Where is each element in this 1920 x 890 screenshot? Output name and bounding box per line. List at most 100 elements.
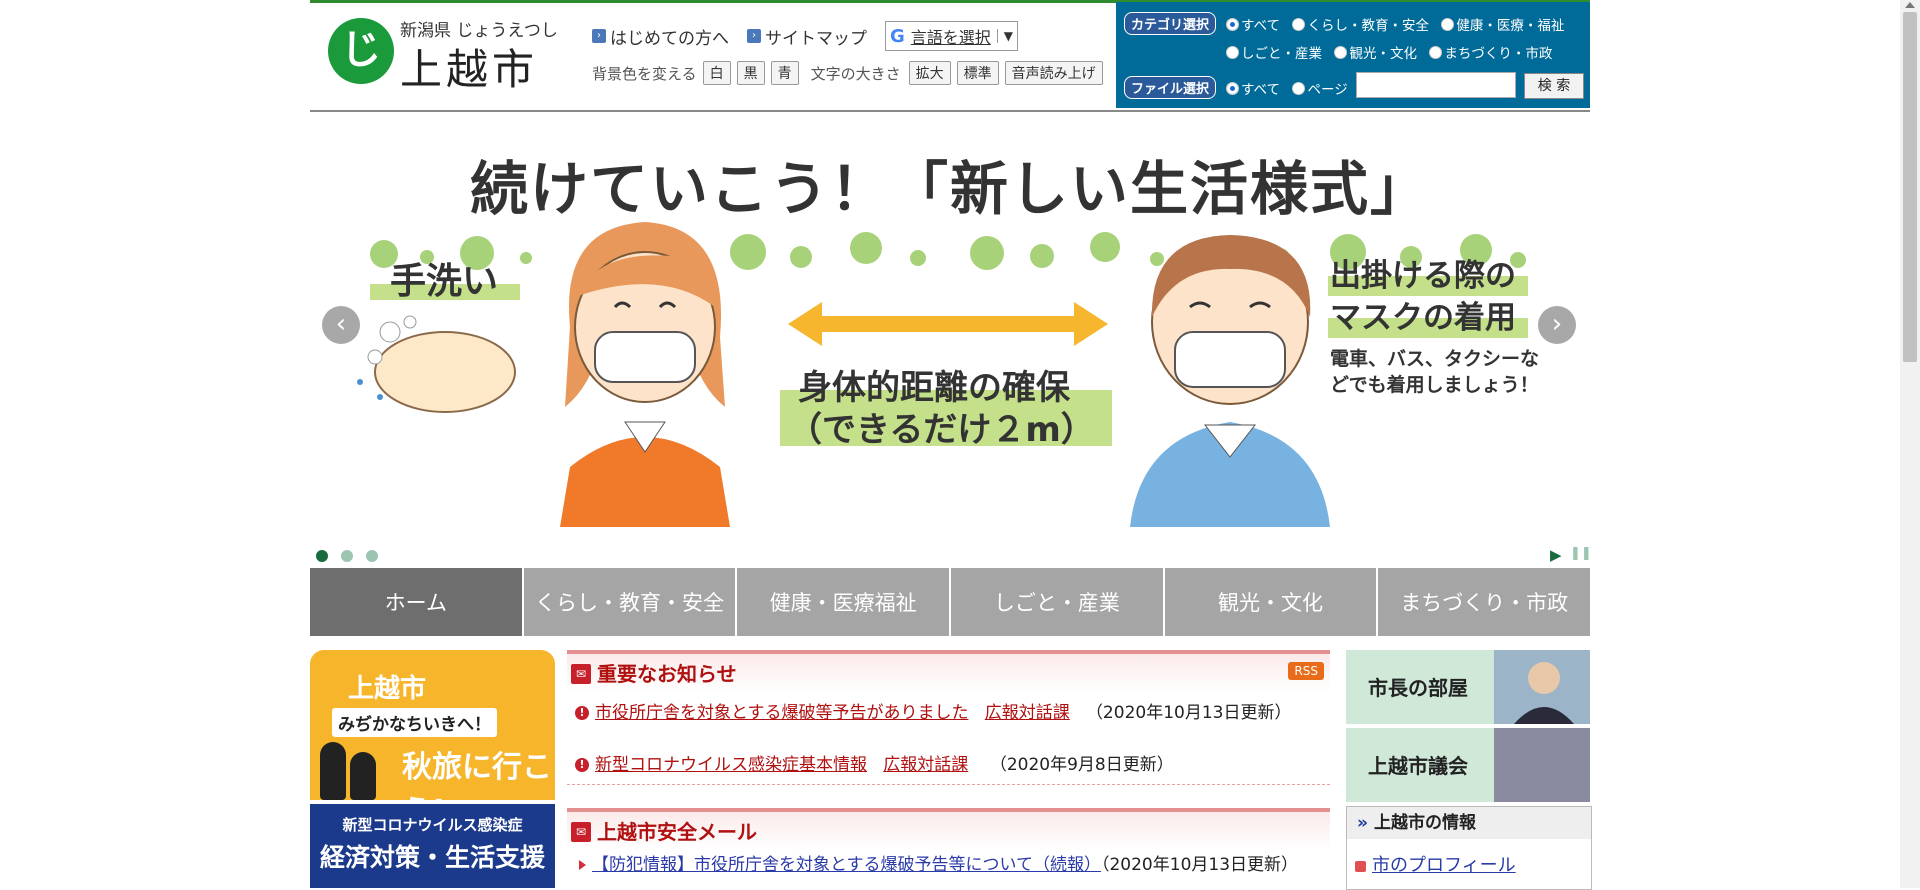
- radio-label: 健康・医療・福祉: [1456, 18, 1565, 34]
- autumn-trip-banner[interactable]: 上越市 みぢかなちいきへ！ 秋旅に行こう!: [310, 650, 555, 800]
- handwash-caption: 手洗い: [390, 261, 499, 302]
- leaf-dot: [910, 250, 926, 266]
- scroll-up-icon[interactable]: [1905, 2, 1915, 8]
- search-button[interactable]: 検 索: [1524, 73, 1584, 99]
- news-link[interactable]: 【防犯情報】市役所庁舎を対象とする爆破予告等について（続報）: [592, 855, 1101, 875]
- search-input[interactable]: [1356, 72, 1516, 98]
- person-icon: [1494, 650, 1590, 724]
- chevron-down-icon: ▼: [996, 29, 1013, 43]
- logo-title: 上越市: [400, 45, 539, 94]
- google-translate-select[interactable]: G 言語を選択 ▼: [885, 21, 1019, 51]
- nav-life[interactable]: くらし・教育・安全: [523, 568, 738, 636]
- page-scrollbar[interactable]: [1900, 0, 1920, 888]
- news-dept-link[interactable]: 広報対話課: [883, 755, 968, 775]
- category-radio-tourism[interactable]: 観光・文化: [1334, 42, 1417, 62]
- leaf-dot: [970, 236, 1004, 270]
- leaf-dot: [850, 232, 882, 264]
- mayor-room-banner[interactable]: 市長の部屋: [1346, 650, 1590, 724]
- radio-icon: [1334, 45, 1348, 59]
- carousel-dot-3[interactable]: [366, 550, 378, 562]
- news-item: 【防犯情報】市役所庁舎を対象とする爆破予告等について（続報）（2020年10月1…: [575, 854, 1330, 876]
- carousel-dot-2[interactable]: [341, 550, 353, 562]
- font-standard-button[interactable]: 標準: [956, 61, 999, 85]
- bg-blue-button[interactable]: 青: [770, 61, 799, 85]
- radio-checked-icon: [1226, 17, 1239, 31]
- nav-work[interactable]: しごと・産業: [951, 568, 1165, 636]
- radio-label: 観光・文化: [1349, 46, 1417, 62]
- news-item: ! 新型コロナウイルス感染症基本情報 広報対話課 （2020年9月8日更新）: [575, 754, 1330, 776]
- radio-label: すべて: [1241, 82, 1281, 98]
- banner-headline: 秋旅に行こう!: [402, 750, 552, 800]
- city-profile-item: 市のプロフィール: [1355, 851, 1516, 877]
- bg-black-button[interactable]: 黒: [736, 61, 765, 85]
- washing-hands-icon: [357, 315, 516, 413]
- font-enlarge-button[interactable]: 拡大: [908, 61, 951, 85]
- important-notice-title: 重要なお知らせ: [597, 662, 737, 686]
- city-council-label: 上越市議会: [1368, 754, 1468, 778]
- utility-links: › はじめての方へ › サイトマップ G 言語を選択 ▼: [592, 21, 1019, 51]
- arrow-right-icon: ›: [747, 29, 761, 43]
- hero-title: 続けていこう！「新しい生活様式」: [469, 155, 1430, 223]
- category-select-tag: カテゴリ選択: [1124, 12, 1217, 35]
- nav-tourism[interactable]: 観光・文化: [1164, 568, 1379, 636]
- scroll-thumb[interactable]: [1903, 12, 1917, 362]
- play-icon[interactable]: ▶: [1550, 546, 1562, 564]
- mask-note-1: 電車、バス、タクシーな: [1330, 348, 1540, 370]
- radio-icon: [1292, 17, 1306, 31]
- nav-health[interactable]: 健康・医療福祉: [737, 568, 952, 636]
- council-photo: [1494, 728, 1590, 802]
- covid-support-banner[interactable]: 新型コロナウイルス感染症 経済対策・生活支援: [310, 804, 555, 888]
- bg-white-button[interactable]: 白: [702, 61, 731, 85]
- safety-mail-title: 上越市安全メール: [597, 820, 757, 844]
- sitemap-link[interactable]: › サイトマップ: [747, 24, 867, 49]
- file-radio-page[interactable]: ページ: [1292, 78, 1348, 98]
- city-council-banner[interactable]: 上越市議会: [1346, 728, 1590, 802]
- woman-with-mask-icon: [560, 222, 730, 527]
- alert-icon: !: [575, 706, 589, 720]
- accessibility-tools: 背景色を変える 白 黒 青 文字の大きさ 拡大 標準 音声読み上げ: [592, 60, 1103, 86]
- radio-label: くらし・教育・安全: [1307, 18, 1429, 34]
- carousel-dot-1[interactable]: [316, 550, 328, 562]
- translate-label: 言語を選択: [910, 28, 991, 47]
- radio-checked-icon: [1226, 81, 1239, 95]
- leaf-dot: [790, 246, 812, 268]
- nav-city[interactable]: まちづくり・市政: [1378, 568, 1591, 636]
- voice-read-button[interactable]: 音声読み上げ: [1004, 61, 1103, 85]
- news-date: （2020年9月8日更新）: [989, 755, 1174, 775]
- news-link[interactable]: 市役所庁舎を対象とする爆破等予告がありました: [595, 703, 969, 723]
- rss-button[interactable]: RSS: [1288, 662, 1324, 680]
- carousel-prev-button[interactable]: ‹: [322, 306, 360, 344]
- pause-icon[interactable]: ❚❚: [1570, 546, 1592, 561]
- category-radio-life[interactable]: くらし・教育・安全: [1292, 14, 1429, 34]
- category-radio-all[interactable]: すべて: [1226, 14, 1280, 34]
- city-info-title: 上越市の情報: [1373, 813, 1476, 833]
- file-radio-all[interactable]: すべて: [1226, 78, 1280, 98]
- banner-city-name: 上越市: [348, 674, 427, 704]
- city-info-header: » 上越市の情報: [1347, 807, 1591, 839]
- category-row-2: しごと・産業 観光・文化 まちづくり・市政: [1226, 42, 1560, 63]
- site-header: じ 新潟県 じょうえつし 上越市 › はじめての方へ › サイトマップ G 言語…: [310, 0, 1590, 112]
- main-news: ✉ 重要なお知らせ RSS ! 市役所庁舎を対象とする爆破等予告がありました 広報…: [567, 650, 1330, 888]
- city-profile-link[interactable]: 市のプロフィール: [1372, 855, 1516, 876]
- news-dept-link[interactable]: 広報対話課: [985, 703, 1070, 723]
- search-panel: カテゴリ選択 すべて くらし・教育・安全 健康・医療・福祉 しごと・産業 観光・…: [1116, 2, 1590, 108]
- bgcolor-label: 背景色を変える: [592, 64, 697, 83]
- global-nav: ホーム くらし・教育・安全 健康・医療福祉 しごと・産業 観光・文化 まちづくり…: [310, 568, 1591, 636]
- right-sidebar: 市長の部屋 上越市議会 » 上越市の情報 市のプロフィール: [1346, 650, 1592, 890]
- category-radio-health[interactable]: 健康・医療・福祉: [1441, 14, 1564, 34]
- category-radio-work[interactable]: しごと・産業: [1226, 42, 1322, 62]
- news-date: （2020年10月13日更新）: [1100, 855, 1299, 875]
- banner2-title: 経済対策・生活支援: [319, 843, 545, 872]
- first-visit-link[interactable]: › はじめての方へ: [592, 24, 729, 49]
- news-link[interactable]: 新型コロナウイルス感染症基本情報: [595, 755, 867, 775]
- radio-label: しごと・産業: [1241, 46, 1322, 62]
- category-radio-city[interactable]: まちづくり・市政: [1429, 42, 1552, 62]
- leaf-dot: [1090, 232, 1120, 262]
- nav-home[interactable]: ホーム: [310, 568, 524, 636]
- hero-carousel: 続けていこう！「新しい生活様式」 手洗い 身体的距離の確保 （できるだけ２m） …: [310, 112, 1590, 542]
- carousel-next-button[interactable]: ›: [1538, 306, 1576, 344]
- radio-label: まちづくり・市政: [1444, 46, 1553, 62]
- file-select-tag: ファイル選択: [1124, 76, 1217, 99]
- mask-caption-1: 出掛ける際の: [1330, 258, 1516, 294]
- site-logo[interactable]: じ 新潟県 じょうえつし 上越市: [328, 16, 558, 94]
